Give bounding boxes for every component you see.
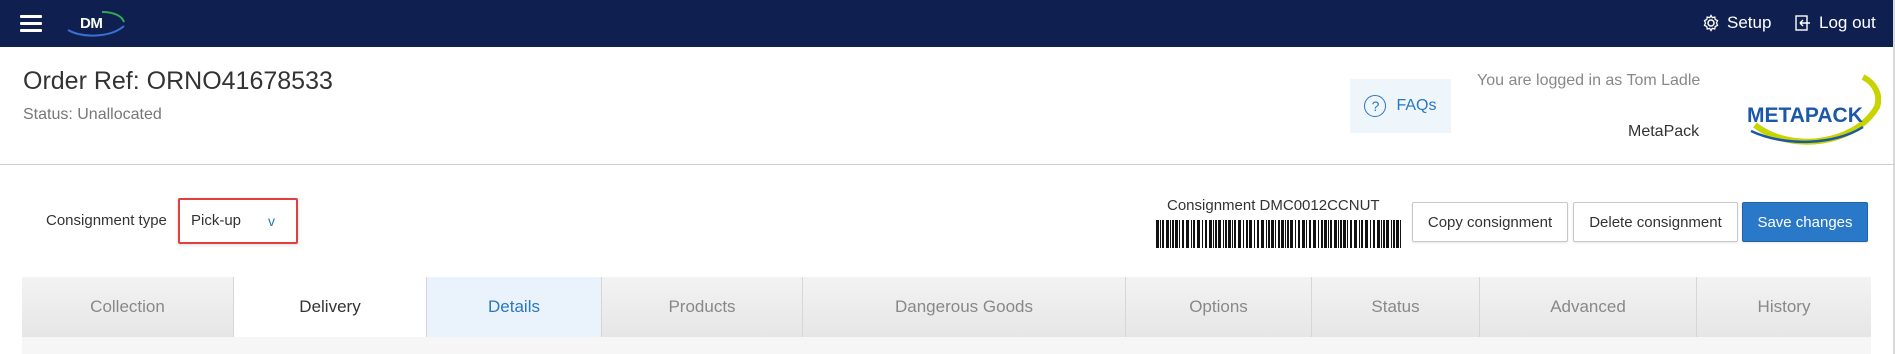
- tab-details[interactable]: Details: [427, 277, 602, 337]
- consignment-panel: Consignment type Pick-up v Consignment D…: [0, 165, 1895, 354]
- gear-icon: [1703, 14, 1719, 32]
- question-icon: ?: [1364, 95, 1387, 117]
- logout-label: Log out: [1819, 13, 1876, 32]
- logged-in-user: You are logged in as Tom Ladle: [1477, 72, 1701, 89]
- tab-status[interactable]: Status: [1312, 277, 1480, 337]
- consignment-type-value: Pick-up: [191, 212, 242, 229]
- tab-products[interactable]: Products: [602, 277, 803, 337]
- consignment-id: Consignment DMC0012CCNUT: [1167, 197, 1380, 214]
- tab-advanced[interactable]: Advanced: [1480, 277, 1697, 337]
- hamburger-menu-icon[interactable]: [20, 15, 42, 33]
- save-changes-button[interactable]: Save changes: [1742, 202, 1868, 242]
- setup-link[interactable]: Setup: [1702, 12, 1771, 34]
- copy-consignment-button[interactable]: Copy consignment: [1412, 202, 1568, 242]
- order-status: Status: Unallocated: [23, 106, 162, 123]
- faqs-label: FAQs: [1396, 97, 1437, 114]
- setup-label: Setup: [1727, 13, 1772, 32]
- barcode-icon: [1156, 220, 1401, 248]
- top-nav-bar: DM Setup Log out: [0, 0, 1895, 47]
- dm-logo[interactable]: DM: [62, 8, 130, 38]
- tab-history[interactable]: History: [1697, 277, 1871, 337]
- metapack-logo-text: METAPACK: [1747, 104, 1863, 127]
- tab-options[interactable]: Options: [1126, 277, 1312, 337]
- chevron-down-icon: v: [268, 213, 275, 229]
- logout-icon: [1795, 15, 1810, 31]
- consignment-tabs: Collection Delivery Details Products Dan…: [22, 277, 1871, 337]
- company-name: MetaPack: [1628, 123, 1700, 140]
- tab-dangerous-goods[interactable]: Dangerous Goods: [803, 277, 1126, 337]
- metapack-logo: METAPACK: [1747, 74, 1881, 145]
- tab-content-area: [22, 337, 1871, 354]
- consignment-type-select[interactable]: Pick-up v: [178, 198, 298, 244]
- page-title: Order Ref: ORNO41678533: [23, 67, 333, 95]
- dm-logo-text: DM: [80, 15, 103, 32]
- faqs-button[interactable]: ? FAQs: [1350, 79, 1451, 133]
- delete-consignment-button[interactable]: Delete consignment: [1573, 202, 1738, 242]
- tab-collection[interactable]: Collection: [22, 277, 234, 337]
- order-header: Order Ref: ORNO41678533 Status: Unalloca…: [0, 47, 1895, 165]
- tab-delivery[interactable]: Delivery: [234, 277, 427, 337]
- consignment-type-label: Consignment type: [46, 212, 167, 229]
- logout-link[interactable]: Log out: [1794, 12, 1876, 34]
